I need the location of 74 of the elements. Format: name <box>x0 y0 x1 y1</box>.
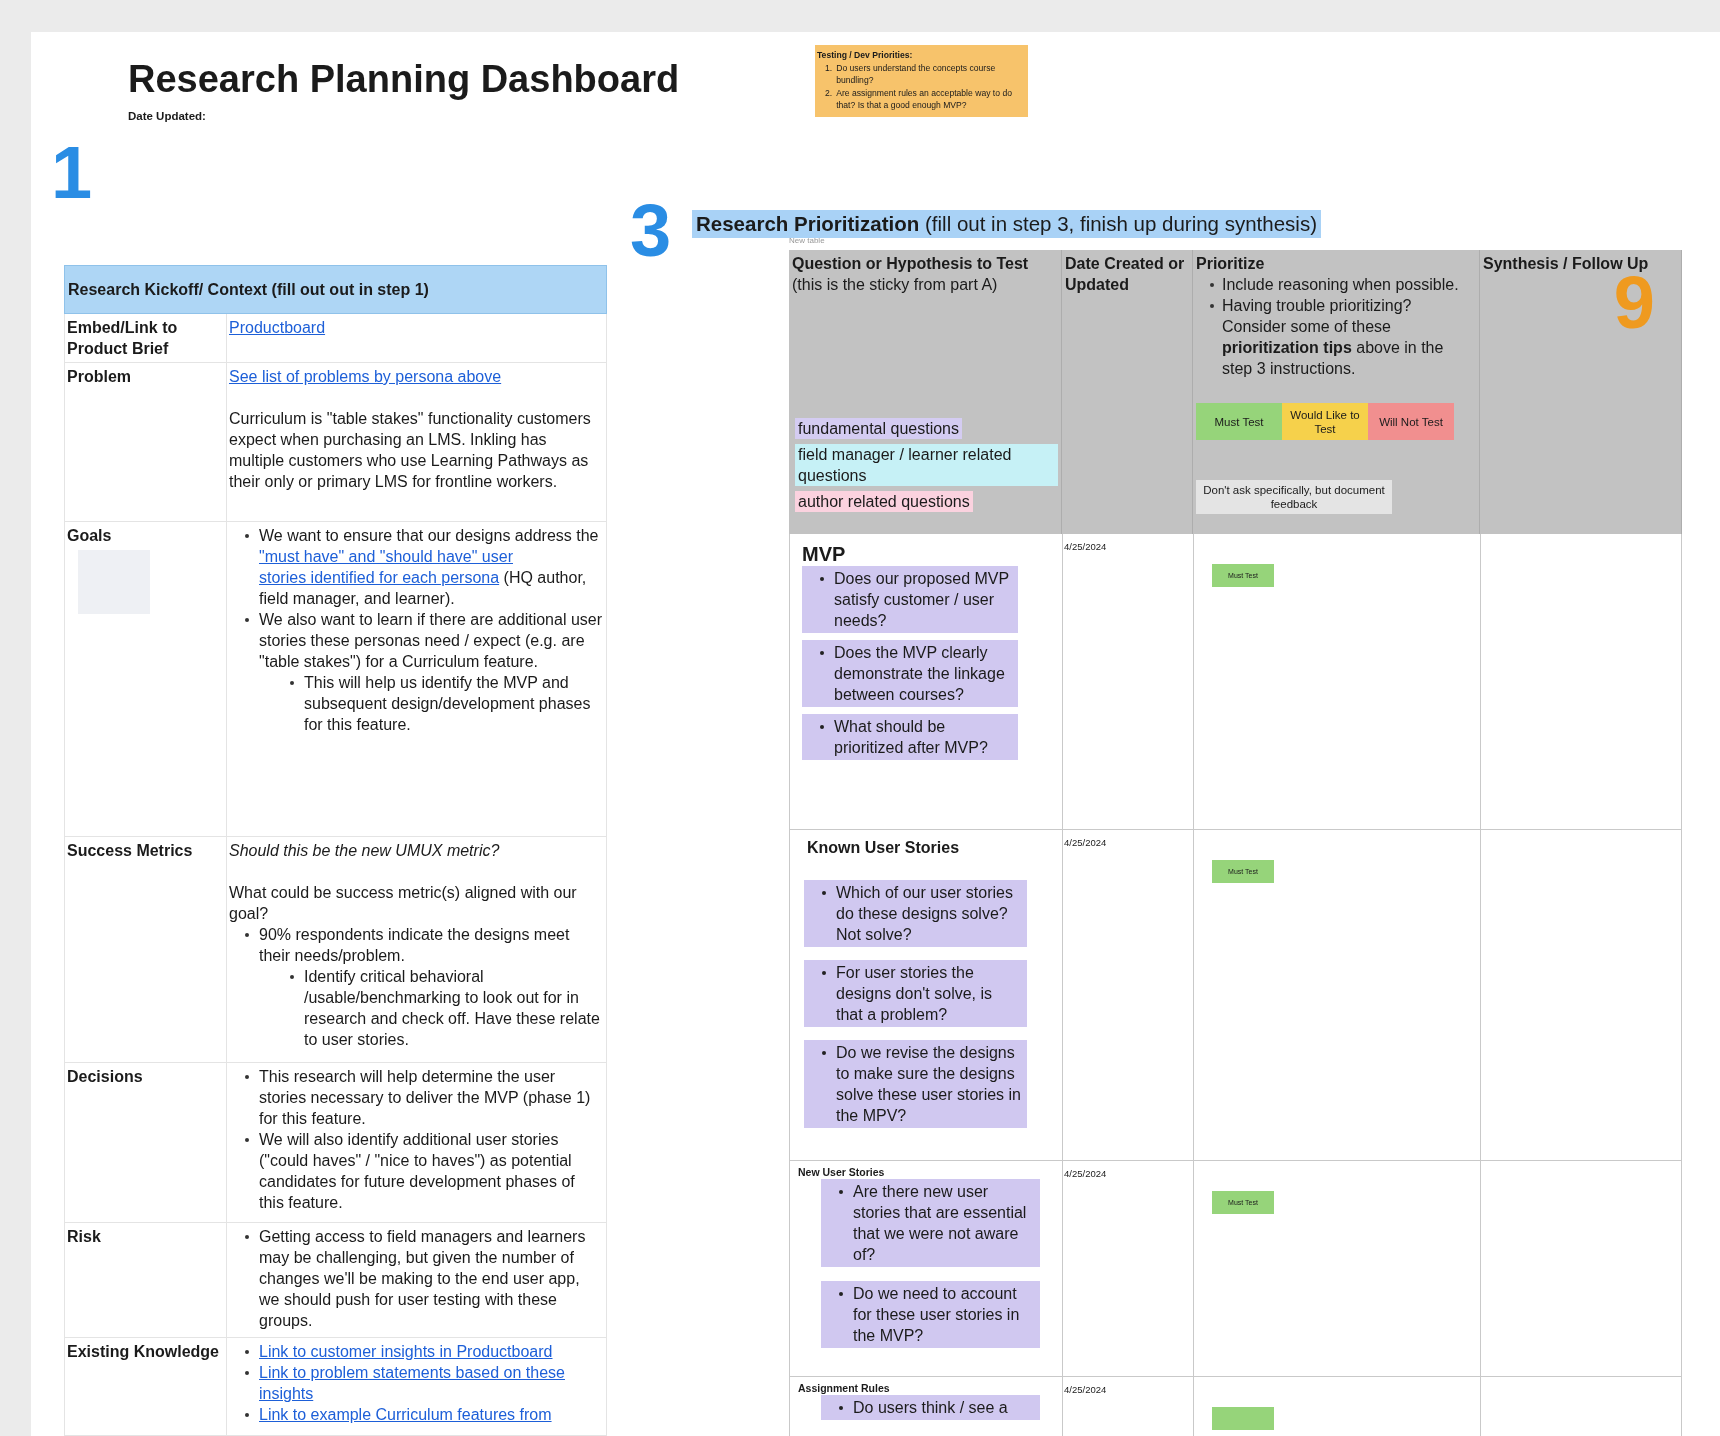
link[interactable]: Link to problem statements based on these insights <box>259 1362 604 1404</box>
bullet-icon <box>245 1138 249 1142</box>
paragraph: What could be success metric(s) aligned with our goal? <box>229 883 578 924</box>
bullet-icon <box>290 975 294 979</box>
sticky-note: What should be prioritized after MVP? <box>802 714 1018 760</box>
bullet-icon <box>245 1350 249 1354</box>
column-header: Question or Hypothesis to Test (this is the sticky from part A) <box>792 254 1030 295</box>
row-label: Decisions <box>67 1067 144 1087</box>
bullet-text: Identify critical behavioral /usable/benchmarking to look out for in research and check off. Have these relate to user stories. <box>304 967 601 1050</box>
section-heading: Known User Stories <box>807 838 961 858</box>
row-label: Existing Knowledge <box>67 1342 220 1362</box>
sticky-note: Do we need to account for these user stories in the MVP? <box>821 1281 1040 1348</box>
bullet-icon <box>1210 283 1214 287</box>
link[interactable]: Link to customer insights in Productboard <box>259 1341 553 1362</box>
bullet-text: We want to ensure that our designs address the "must have" and "should have" user stories identified for each persona (HQ author, field manager, and learner). <box>259 526 600 609</box>
bullet-text: Having trouble prioritizing? Consider some of these prioritization tips above in the step 3 instructions. <box>1222 296 1445 379</box>
bullet-icon <box>245 618 249 622</box>
link[interactable]: Productboard <box>229 319 326 336</box>
section-title: Research Prioritization (fill out in step 3, finish up during synthesis) <box>692 210 1321 238</box>
section-heading: MVP <box>802 542 847 566</box>
bullet-text: This will help us identify the MVP and subsequent design/development phases for this feature. <box>304 673 592 735</box>
paragraph: Should this be the new UMUX metric? <box>229 841 501 861</box>
sticky-note: Are there new user stories that are essential that we were not aware of? <box>821 1179 1040 1267</box>
sticky-note: Don't ask specifically, but document feedback <box>1196 480 1392 514</box>
legend-sticky: Would Like to Test <box>1282 403 1368 440</box>
row-label: Risk <box>67 1227 102 1247</box>
bullet-icon <box>245 534 249 538</box>
bullet-icon <box>245 1371 249 1375</box>
paragraph: Curriculum is "table stakes" functionality customers expect when purchasing an LMS. Inkling has multiple customers who use Learning Pathways as their only or primary LMS for frontline workers. <box>229 409 592 492</box>
bullet-text: We also want to learn if there are additional user stories these personas need / expect (e.g. are "table stakes") for a Curriculum feature. <box>259 610 603 672</box>
tag: author related questions <box>795 491 973 512</box>
link[interactable]: stories identified for each persona <box>259 569 500 586</box>
date-text: 4/25/2024 <box>1063 1161 1194 1376</box>
table-label: New table <box>789 236 825 245</box>
column-header: Prioritize <box>1196 254 1266 274</box>
column-header: Date Created or Updated <box>1065 254 1186 295</box>
bullet-icon <box>1210 304 1214 308</box>
row-label: Success Metrics <box>67 841 194 861</box>
page-title: Research Planning Dashboard <box>128 58 680 101</box>
tag: fundamental questions <box>795 418 962 439</box>
sticky-note: Does the MVP clearly demonstrate the linkage between courses? <box>802 640 1018 707</box>
date-text: 4/25/2024 <box>1063 830 1194 1160</box>
row-label: Goals <box>67 526 113 546</box>
link[interactable]: See list of problems by persona above <box>229 368 502 385</box>
link[interactable]: Link to example Curriculum features from <box>259 1404 552 1425</box>
step-number: 3 <box>630 194 672 268</box>
bullet-text: Getting access to field managers and learners may be challenging, but given the number of changes we'll be making to the end user app, we should push for user testing with these groups. <box>259 1227 587 1331</box>
table-header: Research Kickoff/ Context (fill out out in step 1) <box>64 265 607 314</box>
row-label: Problem <box>67 367 132 387</box>
date-text: 4/25/2024 <box>1063 534 1194 829</box>
date-text: 4/25/2024 <box>1063 1377 1194 1436</box>
bullet-text: This research will help determine the user stories necessary to deliver the MVP (phase 1) for this feature. <box>259 1067 592 1129</box>
sticky-note: Testing / Dev Priorities: 1. Do users understand the concepts course bundling? 2. Are assignment rules an acceptable way to do that? Is that a good enough MVP? <box>815 45 1028 117</box>
sticky-note: Does our proposed MVP satisfy customer / user needs? <box>802 566 1018 633</box>
bullet-icon <box>245 1235 249 1239</box>
legend-sticky: Must Test <box>1196 403 1282 440</box>
bullet-text: Include reasoning when possible. <box>1222 275 1459 295</box>
bullet-text: 90% respondents indicate the designs meet their needs/problem. <box>259 925 571 966</box>
legend-sticky: Will Not Test <box>1368 403 1454 440</box>
sticky-note: Do we revise the designs to make sure the designs solve these user stories in the MPV? <box>804 1040 1027 1128</box>
section-heading: New User Stories <box>798 1165 886 1179</box>
sticky-note: For user stories the designs don't solve, is that a problem? <box>804 960 1027 1027</box>
bullet-icon <box>290 681 294 685</box>
row-label: Embed/Link to Product Brief <box>67 318 179 359</box>
sticky-note: Which of our user stories do these designs solve? Not solve? <box>804 880 1027 947</box>
date-label: Date Updated: <box>128 110 206 122</box>
bullet-icon <box>245 1075 249 1079</box>
step-number: 1 <box>51 136 93 210</box>
bullet-icon <box>245 933 249 937</box>
bullet-icon <box>245 1413 249 1417</box>
bullet-text: We will also identify additional user stories ("could haves" / "nice to haves") as potential candidates for future development phases of this feature. <box>259 1130 576 1213</box>
sticky-note: Do users think / see a <box>821 1395 1040 1420</box>
link[interactable]: "must have" and "should have" user <box>259 548 513 565</box>
section-heading: Assignment Rules <box>798 1381 891 1395</box>
